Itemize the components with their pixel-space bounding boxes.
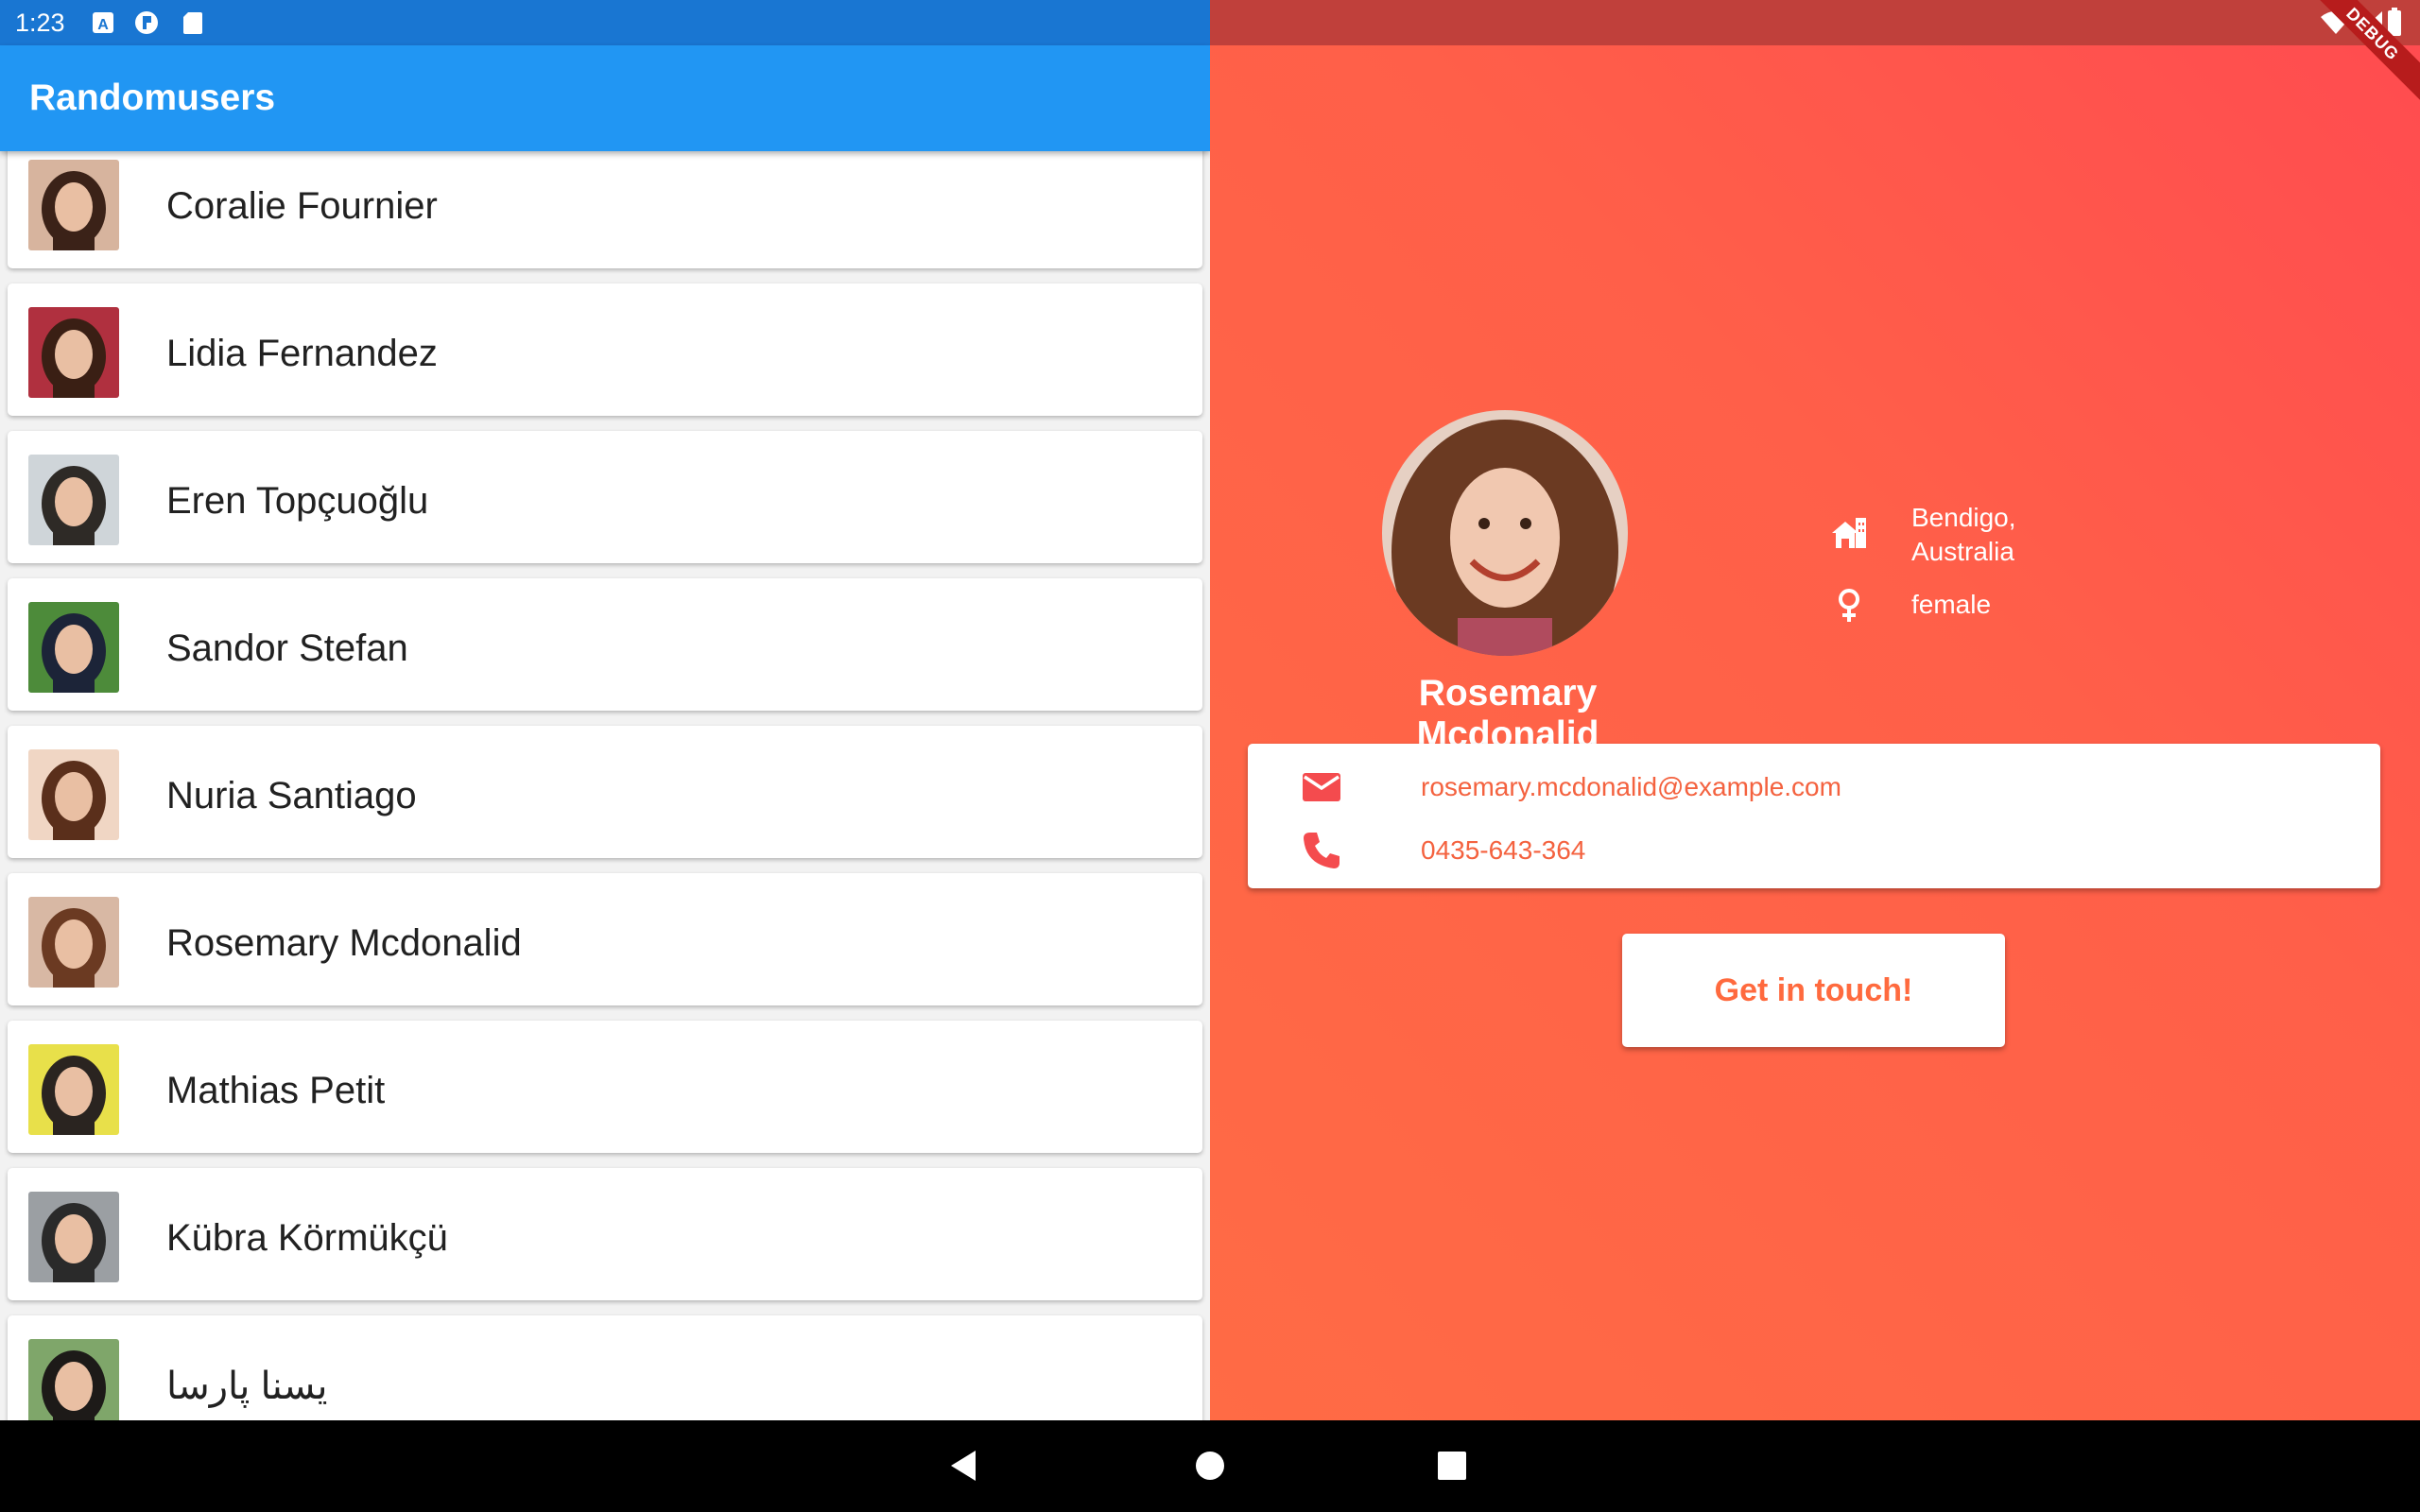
user-card[interactable]: Coralie Fournier bbox=[8, 151, 1202, 268]
get-in-touch-button[interactable]: Get in touch! bbox=[1622, 934, 2005, 1047]
user-card[interactable]: Sandor Stefan bbox=[8, 578, 1202, 711]
female-gender-icon bbox=[1839, 589, 1859, 622]
home-city-icon bbox=[1832, 518, 1866, 548]
gender-text: female bbox=[1911, 590, 1992, 619]
phone-icon bbox=[1304, 833, 1340, 868]
user-card[interactable]: Lidia Fernandez bbox=[8, 284, 1202, 416]
user-name: Eren Topçuoğlu bbox=[166, 480, 429, 522]
user-avatar bbox=[28, 749, 119, 840]
user-name: Rosemary Mcdonalid bbox=[166, 922, 522, 964]
phone-text[interactable]: 0435-643-364 bbox=[1421, 835, 1585, 866]
user-card[interactable]: یسنا پارسا bbox=[8, 1315, 1202, 1420]
user-list-pane: 1:23 A Randomusers Coralie Fournier Lidia… bbox=[0, 0, 1210, 1420]
recents-icon[interactable] bbox=[1433, 1447, 1471, 1485]
user-card[interactable]: Mathias Petit bbox=[8, 1021, 1202, 1153]
user-name: Nuria Santiago bbox=[166, 775, 417, 816]
status-time: 1:23 bbox=[15, 9, 65, 37]
a-notification-icon: A bbox=[93, 12, 113, 33]
flutter-notification-icon bbox=[135, 11, 158, 34]
contact-card: rosemary.mcdonalid@example.com 0435-643-… bbox=[1248, 744, 2380, 888]
user-card[interactable]: Nuria Santiago bbox=[8, 726, 1202, 858]
user-detail-pane: DEBUG Rosemary Mcdonalid Bendigo, Austra… bbox=[1210, 0, 2420, 1420]
profile-avatar bbox=[1382, 410, 1628, 656]
user-card[interactable]: Rosemary Mcdonalid bbox=[8, 873, 1202, 1005]
svg-text:A: A bbox=[97, 17, 109, 33]
sd-card-icon bbox=[183, 12, 202, 34]
email-text[interactable]: rosemary.mcdonalid@example.com bbox=[1421, 772, 1841, 802]
user-avatar bbox=[28, 1192, 119, 1282]
app-bar: Randomusers bbox=[0, 45, 1210, 151]
user-avatar bbox=[28, 602, 119, 693]
user-name: Lidia Fernandez bbox=[166, 333, 438, 374]
email-icon bbox=[1303, 773, 1340, 801]
user-name: Kübra Körmükçü bbox=[166, 1217, 448, 1259]
user-name: Mathias Petit bbox=[166, 1070, 386, 1111]
user-avatar bbox=[28, 1339, 119, 1420]
user-avatar bbox=[28, 307, 119, 398]
user-avatar bbox=[28, 1044, 119, 1135]
user-avatar bbox=[28, 160, 119, 250]
system-nav-bar bbox=[0, 1420, 2420, 1512]
user-name: Sandor Stefan bbox=[166, 627, 408, 669]
user-avatar bbox=[28, 897, 119, 988]
user-list[interactable]: Coralie Fournier Lidia Fernandez Eren Topç… bbox=[0, 151, 1210, 1420]
user-card[interactable]: Kübra Körmükçü bbox=[8, 1168, 1202, 1300]
phone-row[interactable]: 0435-643-364 bbox=[1248, 824, 2380, 881]
app-title: Randomusers bbox=[29, 77, 276, 118]
user-name: Coralie Fournier bbox=[166, 185, 438, 227]
user-name: یسنا پارسا bbox=[166, 1366, 328, 1407]
back-icon[interactable] bbox=[947, 1447, 985, 1485]
user-card[interactable]: Eren Topçuoğlu bbox=[8, 431, 1202, 563]
user-avatar bbox=[28, 455, 119, 545]
home-icon[interactable] bbox=[1191, 1447, 1229, 1485]
profile-photo bbox=[1382, 410, 1628, 656]
status-bar-left: 1:23 A bbox=[0, 0, 1210, 45]
location-text: Bendigo, Australia bbox=[1911, 503, 2016, 566]
status-bar-right bbox=[1210, 0, 2420, 45]
email-row[interactable]: rosemary.mcdonalid@example.com bbox=[1248, 761, 2380, 817]
